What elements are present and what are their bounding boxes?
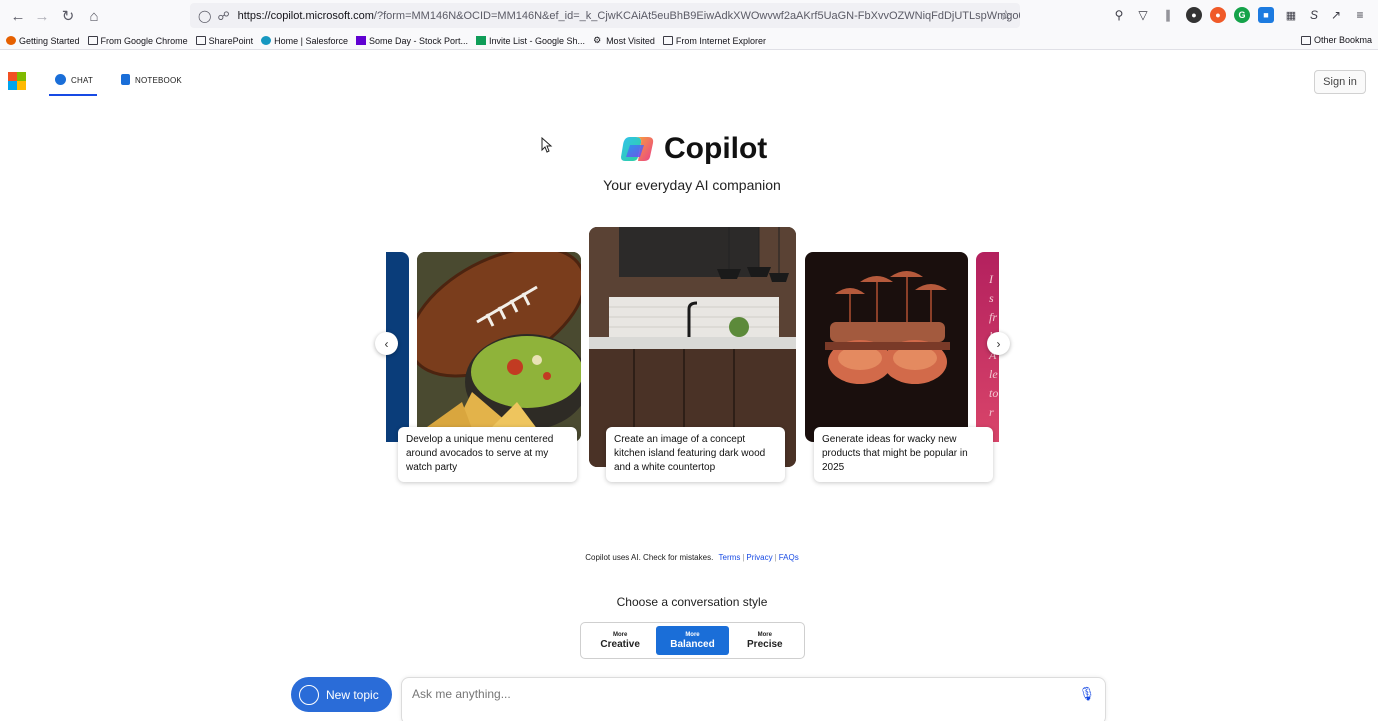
carousel-caption[interactable]: Create an image of a concept kitchen isl… — [606, 427, 785, 482]
carousel-prev-button[interactable]: ‹ — [375, 332, 398, 355]
carousel-caption[interactable]: Generate ideas for wacky new products th… — [814, 427, 993, 482]
privacy-link[interactable]: Privacy — [746, 553, 772, 562]
copilot-logo-icon — [621, 137, 654, 161]
folder-icon — [87, 36, 98, 45]
bookmark-item[interactable]: From Google Chrome — [87, 35, 188, 46]
style-balanced-button[interactable]: More Balanced — [656, 626, 729, 655]
menu-icon[interactable]: ≡ — [1352, 7, 1368, 23]
style-prefix: More — [757, 631, 772, 638]
tab-chat[interactable]: CHAT — [49, 70, 97, 96]
guacamole-football-image — [417, 252, 581, 442]
pocket-icon[interactable]: ▽ — [1135, 7, 1151, 23]
conversation-style-selector: More Creative More Balanced More Precise — [580, 622, 805, 659]
bookmark-item[interactable]: Home | Salesforce — [261, 36, 348, 46]
conversation-style-title: Choose a conversation style — [616, 595, 768, 609]
sheets-icon — [476, 36, 487, 45]
gear-icon: ⚙ — [593, 35, 602, 45]
home-icon[interactable]: ⌂ — [84, 6, 104, 26]
tab-label: NOTEBOOK — [135, 76, 182, 85]
extension-icon[interactable]: ■ — [1258, 7, 1274, 23]
carousel-caption[interactable]: Develop a unique menu centered around av… — [398, 427, 577, 482]
bookmark-item[interactable]: Getting Started — [6, 36, 80, 46]
style-creative-button[interactable]: More Creative — [584, 626, 656, 655]
bookmark-star-icon[interactable]: ☆ — [999, 7, 1012, 24]
style-label: Balanced — [670, 638, 715, 650]
new-topic-icon — [299, 684, 319, 705]
sign-in-button[interactable]: Sign in — [1314, 70, 1366, 94]
firefox-icon — [6, 36, 16, 45]
carousel-card[interactable] — [805, 252, 968, 442]
bookmark-label: Most Visited — [606, 35, 655, 46]
bookmark-label: SharePoint — [208, 35, 254, 46]
share-icon[interactable]: ↗ — [1328, 7, 1344, 23]
divider: | — [774, 553, 777, 562]
chevron-left-icon: ‹ — [384, 336, 389, 351]
new-topic-label: New topic — [326, 687, 379, 702]
tab-notebook[interactable]: NOTEBOOK — [121, 70, 182, 96]
carousel-next-button[interactable]: › — [987, 332, 1010, 355]
forward-icon[interactable]: → — [32, 6, 52, 26]
carousel-card[interactable] — [417, 252, 581, 442]
bookmark-item[interactable]: Invite List - Google Sh... — [476, 36, 585, 46]
bookmark-item[interactable]: ⚙ Most Visited — [593, 36, 655, 46]
bookmark-label: Invite List - Google Sh... — [489, 35, 586, 46]
grammarly-icon[interactable]: G — [1234, 7, 1250, 23]
terms-link[interactable]: Terms — [719, 553, 741, 562]
account-icon[interactable]: ⚲ — [1111, 7, 1127, 23]
other-bookmarks-label: Other Bookma — [1313, 35, 1372, 45]
chat-input-box[interactable]: 🎙 — [401, 677, 1106, 721]
bookmark-item[interactable]: From Internet Explorer — [662, 35, 766, 46]
notebook-icon — [121, 74, 130, 85]
extension-icon[interactable]: ● — [1210, 7, 1226, 23]
folder-icon — [662, 36, 673, 45]
microsoft-logo[interactable] — [8, 72, 26, 90]
sync-icon[interactable]: S — [1306, 7, 1322, 23]
reload-icon[interactable]: ↻ — [58, 6, 78, 26]
style-prefix: More — [685, 631, 700, 638]
shield-icon[interactable]: ◯ — [198, 9, 211, 23]
bookmark-label: From Internet Explorer — [675, 35, 766, 46]
back-icon[interactable]: ← — [8, 6, 28, 26]
bookmarks-bar: Getting Started From Google Chrome Share… — [0, 32, 1378, 50]
tab-label: CHAT — [71, 76, 93, 85]
other-bookmarks[interactable]: Other Bookma — [1300, 35, 1372, 45]
chat-icon — [55, 74, 66, 85]
microphone-icon[interactable]: 🎙 — [1078, 686, 1095, 702]
page-title: Copilot — [664, 132, 768, 165]
yahoo-icon — [355, 36, 366, 45]
style-label: Precise — [747, 638, 783, 650]
ask-input[interactable] — [412, 687, 1072, 701]
disclaimer: Copilot uses AI. Check for mistakes. Ter… — [540, 553, 844, 562]
salesforce-icon — [261, 36, 272, 45]
bookmark-label: From Google Chrome — [100, 35, 188, 46]
style-precise-button[interactable]: More Precise — [729, 626, 801, 655]
style-label: Creative — [600, 638, 640, 650]
bookmark-item[interactable]: Some Day - Stock Port... — [355, 35, 469, 46]
bookmark-label: Some Day - Stock Port... — [368, 35, 469, 46]
sunglasses-image — [805, 252, 968, 442]
bookmark-label: Home | Salesforce — [274, 35, 348, 46]
url-text[interactable]: https://copilot.microsoft.com/?form=MM14… — [238, 10, 1020, 22]
folder-icon — [1300, 35, 1311, 45]
style-prefix: More — [612, 631, 628, 638]
bookmark-item[interactable]: SharePoint — [195, 35, 254, 46]
chevron-right-icon: › — [996, 336, 1001, 351]
folder-icon — [195, 36, 206, 45]
library-icon[interactable]: ∥ — [1160, 7, 1176, 23]
hero-title: Copilot — [620, 131, 767, 167]
disclaimer-text: Copilot uses AI. Check for mistakes. — [585, 553, 714, 562]
new-topic-button[interactable]: New topic — [291, 677, 392, 712]
address-bar[interactable]: ◯ ☍ https://copilot.microsoft.com/?form=… — [190, 3, 1020, 28]
browser-toolbar: ← → ↻ ⌂ ◯ ☍ https://copilot.microsoft.co… — [0, 0, 1378, 32]
extension-icon[interactable]: ● — [1186, 7, 1202, 23]
faqs-link[interactable]: FAQs — [779, 553, 799, 562]
divider: | — [742, 553, 745, 562]
lock-icon[interactable]: ☍ — [217, 9, 229, 23]
bookmark-label: Getting Started — [19, 35, 80, 46]
cursor-icon — [541, 137, 553, 153]
page-subtitle: Your everyday AI companion — [603, 177, 781, 193]
grid-icon[interactable]: ▦ — [1283, 7, 1299, 23]
